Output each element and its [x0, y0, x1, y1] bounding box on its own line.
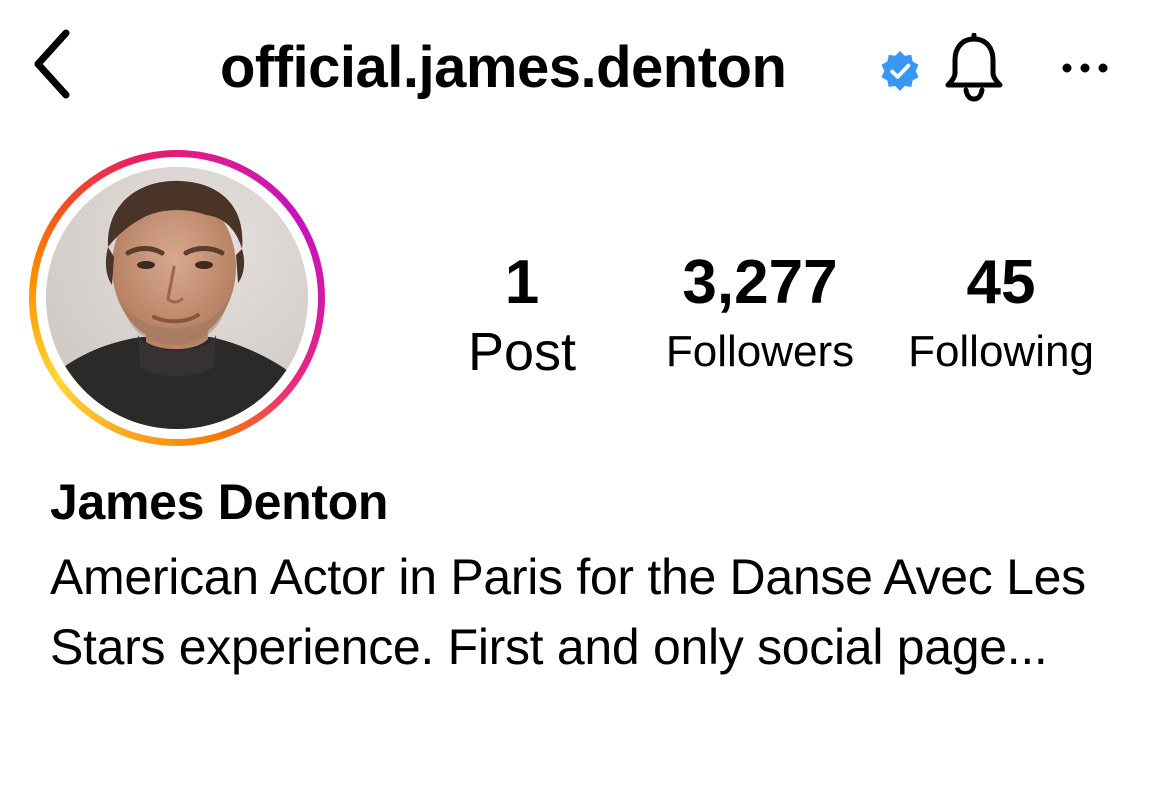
ellipsis-icon: [1062, 63, 1108, 73]
following-count: 45: [966, 248, 1036, 317]
notifications-bell-button[interactable]: [938, 30, 1010, 106]
verified-badge-icon: [881, 51, 919, 91]
posts-stat[interactable]: 1 Post: [440, 248, 604, 382]
following-label: Following: [908, 327, 1094, 376]
avatar-story-ring[interactable]: [29, 150, 325, 446]
profile-page: official.james.denton 1 Post 3,277 Follo…: [0, 0, 1170, 794]
avatar: [46, 167, 308, 429]
profile-bio: American Actor in Paris for the Danse Av…: [50, 549, 1086, 675]
followers-count: 3,277: [682, 248, 838, 317]
more-options-button[interactable]: [1050, 40, 1120, 96]
followers-label: Followers: [665, 327, 855, 376]
avatar-portrait-image: [46, 167, 308, 429]
chevron-left-icon: [34, 29, 70, 99]
following-stat[interactable]: 45 Following: [886, 248, 1116, 382]
bell-icon: [945, 33, 1003, 102]
posts-count: 1: [504, 248, 540, 317]
followers-stat[interactable]: 3,277 Followers: [640, 248, 880, 382]
profile-username: official.james.denton: [220, 35, 787, 100]
back-button[interactable]: [22, 24, 82, 104]
posts-label: Post: [467, 322, 577, 382]
profile-full-name: James Denton: [50, 474, 389, 530]
